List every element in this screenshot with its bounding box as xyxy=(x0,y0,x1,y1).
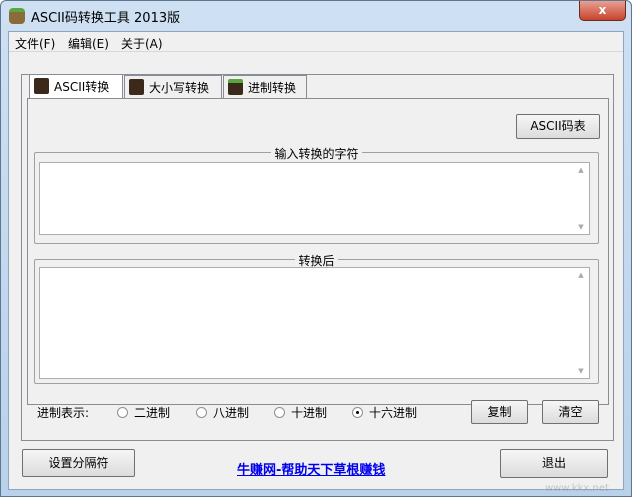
input-group: 输入转换的字符 ▲ ▼ xyxy=(34,147,599,244)
tab-icon xyxy=(129,79,144,95)
menu-edit[interactable]: 编辑(E) xyxy=(68,35,109,52)
radio-label: 十进制 xyxy=(291,406,328,420)
radio-label: 十六进制 xyxy=(369,406,418,420)
radio-icon xyxy=(196,407,207,418)
radio-binary[interactable]: 二进制 xyxy=(117,404,170,421)
scrollbar[interactable]: ▲ ▼ xyxy=(573,163,589,234)
input-group-label: 输入转换的字符 xyxy=(271,147,362,161)
close-button[interactable]: x xyxy=(579,1,626,21)
tab-radix[interactable]: 进制转换 xyxy=(223,75,307,98)
radio-decimal[interactable]: 十进制 xyxy=(274,404,327,421)
set-separator-button[interactable]: 设置分隔符 xyxy=(22,449,135,477)
radio-icon xyxy=(352,407,363,418)
output-textarea[interactable]: ▲ ▼ xyxy=(39,267,590,379)
tab-label: 进制转换 xyxy=(248,81,297,95)
radix-label: 进制表示: xyxy=(37,406,90,420)
radio-label: 二进制 xyxy=(134,406,171,420)
ascii-table-button[interactable]: ASCII码表 xyxy=(516,114,600,139)
radio-label: 八进制 xyxy=(213,406,250,420)
radio-icon xyxy=(117,407,128,418)
tab-icon xyxy=(34,78,49,94)
tab-label: 大小写转换 xyxy=(149,81,210,95)
exit-button[interactable]: 退出 xyxy=(500,449,608,478)
menu-about[interactable]: 关于(A) xyxy=(121,35,163,52)
menu-bar: 文件(F) 编辑(E) 关于(A) xyxy=(9,32,623,52)
website-link[interactable]: 牛赚网-帮助天下草根赚钱 xyxy=(237,459,385,478)
radio-icon xyxy=(274,407,285,418)
tab-label: ASCII转换 xyxy=(54,80,110,94)
client-area: 文件(F) 编辑(E) 关于(A) ASCII转换 大小写转换 进制转换 ASC… xyxy=(8,31,624,490)
input-textarea[interactable]: ▲ ▼ xyxy=(39,162,590,235)
scrollbar[interactable]: ▲ ▼ xyxy=(573,268,589,378)
tab-icon xyxy=(228,79,243,95)
clear-button[interactable]: 清空 xyxy=(542,400,599,424)
output-group-label: 转换后 xyxy=(295,254,338,268)
tab-case[interactable]: 大小写转换 xyxy=(124,75,222,98)
tab-content: ASCII码表 输入转换的字符 ▲ ▼ 转换后 ▲ ▼ xyxy=(27,98,609,405)
tab-ascii[interactable]: ASCII转换 xyxy=(29,74,123,99)
radio-hex[interactable]: 十六进制 xyxy=(352,404,417,421)
app-window: ASCII码转换工具 2013版 x 文件(F) 编辑(E) 关于(A) ASC… xyxy=(0,0,632,497)
menu-file[interactable]: 文件(F) xyxy=(15,35,55,52)
output-group: 转换后 ▲ ▼ xyxy=(34,254,599,384)
window-title: ASCII码转换工具 2013版 xyxy=(31,11,181,26)
app-icon xyxy=(9,8,25,24)
radio-octal[interactable]: 八进制 xyxy=(196,404,249,421)
copy-button[interactable]: 复制 xyxy=(471,400,528,424)
watermark-url: www.kkx.net xyxy=(545,483,609,494)
